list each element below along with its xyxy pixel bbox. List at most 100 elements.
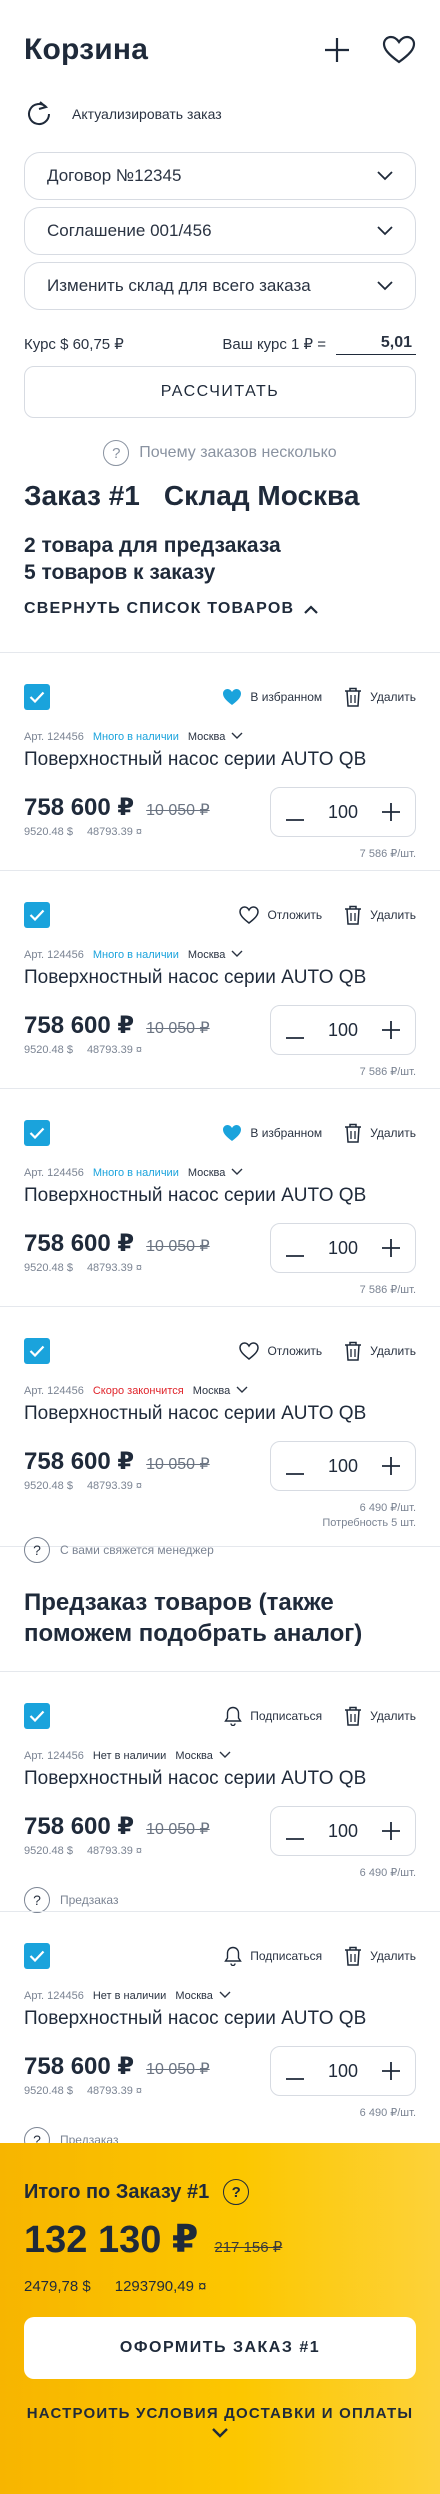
warehouse-select[interactable]: Москва	[188, 949, 244, 961]
product-meta: Арт. 124456 Много в наличии Москва	[24, 1167, 416, 1179]
refresh-icon	[24, 99, 54, 129]
check-icon	[29, 1345, 45, 1357]
decrement-button[interactable]	[283, 799, 307, 825]
warehouse-select[interactable]: Москва	[193, 1385, 249, 1397]
card-top: Подписаться Удалить	[24, 1932, 416, 1980]
product-checkbox[interactable]	[24, 1120, 50, 1146]
plus-icon[interactable]	[322, 35, 352, 65]
total-label: Итого по Заказу #1	[24, 2180, 210, 2203]
chevron-down-icon[interactable]	[24, 2428, 416, 2438]
calculate-button[interactable]: РАССЧИТАТЬ	[24, 366, 416, 418]
product-checkbox[interactable]	[24, 1943, 50, 1969]
trash-icon	[344, 905, 362, 925]
chevron-down-icon	[377, 281, 393, 291]
price-main: 758 600 ₽ 10 050 ₽	[24, 793, 210, 822]
quantity-value[interactable]: 100	[328, 1020, 358, 1041]
increment-button[interactable]	[379, 799, 403, 825]
decrement-button[interactable]	[283, 2058, 307, 2084]
heart-icon	[239, 1342, 260, 1360]
product-name[interactable]: Поверхностный насос серии AUTO QB	[24, 1768, 416, 1790]
agreement-select[interactable]: Соглашение 001/456	[24, 207, 416, 255]
decrement-button[interactable]	[283, 1017, 307, 1043]
delete-button[interactable]: Удалить	[344, 1946, 416, 1966]
quantity-stepper: 100	[270, 1005, 416, 1055]
subscribe-button[interactable]: Подписаться	[224, 1946, 322, 1966]
decrement-button[interactable]	[283, 1818, 307, 1844]
product-meta: Арт. 124456 Скоро закончится Москва	[24, 1385, 416, 1397]
old-price: 10 050 ₽	[146, 2061, 210, 2078]
favorite-label: Отложить	[267, 1344, 323, 1358]
unit-price-block: 7 586 ₽/шт.	[360, 1065, 416, 1080]
order-warehouse: Склад Москва	[163, 480, 360, 511]
refresh-order[interactable]: Актуализировать заказ	[24, 100, 416, 128]
increment-button[interactable]	[379, 1017, 403, 1043]
checkout-button[interactable]: ОФОРМИТЬ ЗАКАЗ #1	[24, 2317, 416, 2379]
order-count: 5 товаров к заказу	[24, 561, 216, 584]
article: Арт. 124456	[24, 1990, 84, 2002]
delete-button[interactable]: Удалить	[344, 1123, 416, 1143]
product-name[interactable]: Поверхностный насос серии AUTO QB	[24, 1403, 416, 1425]
warehouse-select[interactable]: Изменить склад для всего заказа	[24, 262, 416, 310]
increment-button[interactable]	[379, 2058, 403, 2084]
quantity-value[interactable]: 100	[328, 1238, 358, 1259]
product-checkbox[interactable]	[24, 684, 50, 710]
question-icon[interactable]: ?	[223, 2179, 250, 2205]
subscribe-button[interactable]: Подписаться	[224, 1706, 322, 1726]
product-name[interactable]: Поверхностный насос серии AUTO QB	[24, 1185, 416, 1207]
decrement-button[interactable]	[283, 1453, 307, 1479]
prices: 758 600 ₽ 10 050 ₽ 9520.48 $ 48793.39 ¤	[24, 2052, 210, 2121]
product-checkbox[interactable]	[24, 902, 50, 928]
product-checkbox[interactable]	[24, 1338, 50, 1364]
product-name[interactable]: Поверхностный насос серии AUTO QB	[24, 2008, 416, 2030]
cart-page: Корзина Актуализировать заказ Договор №1…	[0, 0, 440, 2494]
warehouse-name: Москва	[187, 731, 226, 743]
warehouse-select[interactable]: Москва	[188, 1167, 244, 1179]
question-icon[interactable]: ?	[24, 1537, 50, 1563]
increment-button[interactable]	[379, 1818, 403, 1844]
favorite-toggle[interactable]: В избранном	[222, 688, 322, 706]
increment-button[interactable]	[379, 1235, 403, 1261]
current-rate: Курс $ 60,75 ₽	[24, 336, 124, 353]
card-top: Отложить Удалить	[24, 891, 416, 939]
quantity-value[interactable]: 100	[328, 802, 358, 823]
warehouse-select[interactable]: Москва	[175, 1990, 231, 2002]
custom-rate-input[interactable]: 5,01	[336, 334, 416, 355]
total-sum: 132 130 ₽	[24, 2219, 199, 2261]
increment-button[interactable]	[379, 1453, 403, 1479]
delete-button[interactable]: Удалить	[344, 1706, 416, 1726]
warehouse-select[interactable]: Москва	[175, 1750, 231, 1762]
delete-button[interactable]: Удалить	[344, 1341, 416, 1361]
heart-icon[interactable]	[382, 35, 416, 65]
product-name[interactable]: Поверхностный насос серии AUTO QB	[24, 749, 416, 771]
favorite-toggle[interactable]: Отложить	[239, 1342, 322, 1360]
quantity-value[interactable]: 100	[328, 2061, 358, 2082]
favorite-label: В избранном	[250, 1126, 323, 1140]
contract-select[interactable]: Договор №12345	[24, 152, 416, 200]
card-actions: Подписаться Удалить	[224, 1706, 416, 1726]
delete-button[interactable]: Удалить	[344, 687, 416, 707]
why-multiple-orders[interactable]: ? Почему заказов несколько	[24, 440, 416, 466]
stock-status: Много в наличии	[92, 731, 179, 743]
favorite-toggle[interactable]: Отложить	[239, 906, 322, 924]
collapse-products-toggle[interactable]: СВЕРНУТЬ СПИСОК ТОВАРОВ	[24, 600, 416, 618]
delete-button[interactable]: Удалить	[344, 905, 416, 925]
delete-label: Удалить	[370, 1949, 416, 1963]
check-icon	[29, 909, 45, 921]
total-usd: 2479,78 $	[24, 2278, 91, 2295]
question-icon[interactable]: ?	[24, 1887, 50, 1913]
quantity-value[interactable]: 100	[328, 1821, 358, 1842]
check-icon	[29, 1950, 45, 1962]
chevron-down-icon	[219, 1750, 231, 1762]
unit-price-block: 7 586 ₽/шт.	[360, 1283, 416, 1298]
chevron-down-icon	[231, 949, 243, 961]
quantity-block: 100 7 586 ₽/шт.	[270, 1005, 416, 1080]
product-name[interactable]: Поверхностный насос серии AUTO QB	[24, 967, 416, 989]
favorite-label: Отложить	[267, 908, 323, 922]
favorite-toggle[interactable]: В избранном	[222, 1124, 322, 1142]
product-checkbox[interactable]	[24, 1703, 50, 1729]
delivery-settings-link[interactable]: НАСТРОИТЬ УСЛОВИЯ ДОСТАВКИ И ОПЛАТЫ	[24, 2405, 416, 2422]
decrement-button[interactable]	[283, 1235, 307, 1261]
heart-icon	[222, 1124, 242, 1142]
quantity-value[interactable]: 100	[328, 1456, 358, 1477]
warehouse-select[interactable]: Москва	[188, 731, 244, 743]
